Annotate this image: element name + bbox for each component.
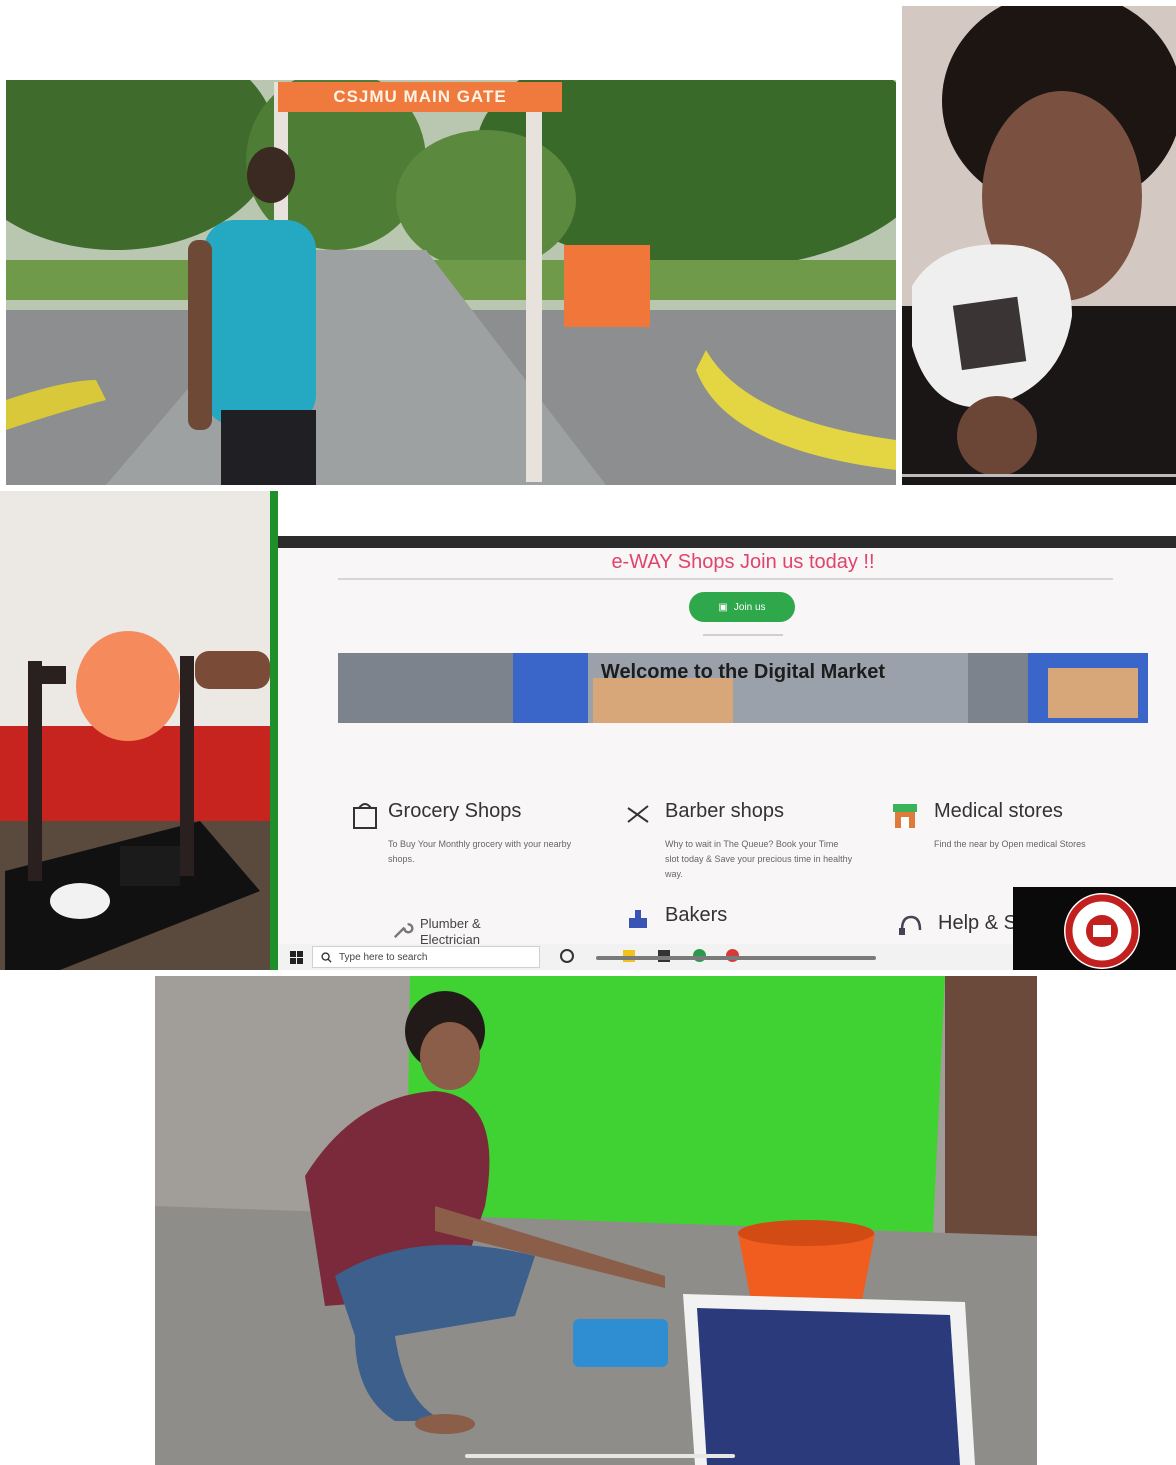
video-tile-mask-demo xyxy=(902,6,1176,485)
cake-icon xyxy=(629,910,647,928)
eway-heading: e-WAY Shops Join us today !! xyxy=(611,551,875,573)
gate-sign-text: CSJMU MAIN GATE xyxy=(278,82,562,112)
screen-share-eway-shops: e-WAY Shops Join us today !! ▣ Join us W… xyxy=(278,536,1176,970)
search-icon xyxy=(321,952,332,963)
grocery-bag-icon xyxy=(353,803,377,829)
browser-toolbar xyxy=(278,536,1176,548)
category-medical[interactable]: Medical stores Find the near by Open med… xyxy=(890,800,1140,852)
scroll-indicator xyxy=(596,956,876,960)
video-tile-solar-panel xyxy=(155,976,1037,1465)
wrench-icon xyxy=(393,923,414,939)
join-us-label: Join us xyxy=(733,601,766,613)
support-headset-icon xyxy=(899,915,922,935)
video-tile-balloon-device xyxy=(0,491,270,970)
digital-market-banner: Welcome to the Digital Market xyxy=(338,653,1148,723)
campus-gate-photo xyxy=(6,80,896,485)
category-desc: Find the near by Open medical Stores xyxy=(934,839,1086,849)
solar-panel-photo xyxy=(155,976,1037,1465)
bag-icon: ▣ xyxy=(718,601,728,613)
windows-start-icon[interactable] xyxy=(290,951,303,964)
taskbar-search-placeholder: Type here to search xyxy=(339,951,428,963)
storefront-icon xyxy=(893,804,917,828)
active-speaker-border xyxy=(270,491,278,970)
university-logo-overlay xyxy=(1013,887,1176,970)
scissors-icon xyxy=(627,805,649,823)
category-grocery[interactable]: Grocery Shops To Buy Your Monthly grocer… xyxy=(350,800,580,867)
category-bakers[interactable]: Bakers xyxy=(623,904,763,928)
category-desc: To Buy Your Monthly grocery with your ne… xyxy=(388,839,572,864)
taskbar-search-input[interactable]: Type here to search xyxy=(312,946,540,968)
category-help[interactable]: Help & S xyxy=(896,912,1014,935)
category-title: Medical stores xyxy=(934,800,1063,822)
category-title: Grocery Shops xyxy=(388,800,522,822)
cortana-icon[interactable] xyxy=(560,949,574,963)
category-barber[interactable]: Barber shops Why to wait in The Queue? B… xyxy=(623,800,853,882)
category-desc: Why to wait in The Queue? Book your Time… xyxy=(665,839,853,879)
divider xyxy=(338,578,1113,580)
university-seal-icon xyxy=(1064,893,1140,969)
category-title: Barber shops xyxy=(665,800,784,822)
category-plumber[interactable]: Plumber & Electrician xyxy=(390,916,530,944)
divider-short xyxy=(703,634,783,636)
mask-demo-photo xyxy=(902,6,1176,485)
join-us-button[interactable]: ▣ Join us xyxy=(689,592,795,622)
balloon-device-photo xyxy=(0,491,270,970)
banner-title: Welcome to the Digital Market xyxy=(600,661,886,683)
video-tile-campus-gate: CSJMU MAIN GATE xyxy=(6,80,896,485)
